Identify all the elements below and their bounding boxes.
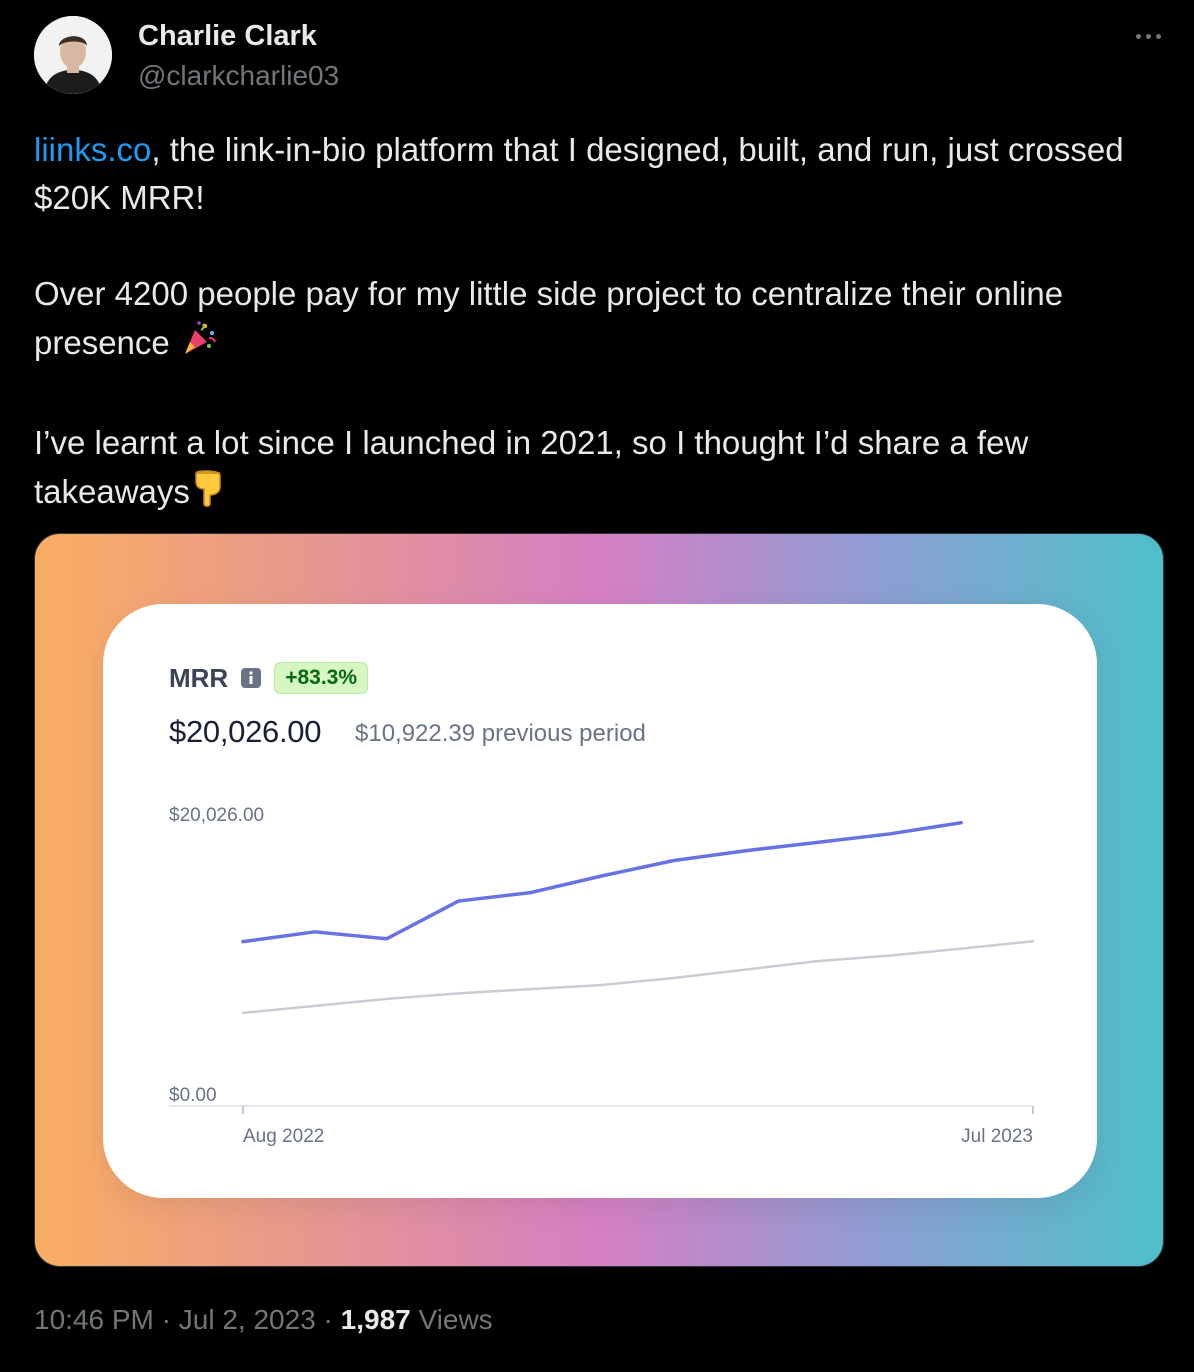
ellipsis-icon — [1145, 33, 1151, 39]
tweet-link[interactable]: liinks.co — [34, 131, 151, 168]
separator: · — [161, 1304, 171, 1335]
tweet-paragraph: I’ve learnt a lot since I launched in 20… — [34, 419, 1154, 520]
series-line-current — [241, 821, 963, 944]
pointing-down-hand-icon — [190, 467, 226, 520]
y-tick-label: $0.00 — [169, 1085, 217, 1106]
author-display-name[interactable]: Charlie Clark — [138, 20, 317, 53]
more-options-button[interactable] — [1124, 18, 1172, 54]
tweet-meta: 10:46 PM · Jul 2, 2023 · 1,987 Views — [34, 1304, 493, 1336]
views-count: 1,987 — [340, 1304, 411, 1335]
x-tick-label: Jul 2023 — [961, 1126, 1033, 1147]
ellipsis-icon — [1155, 33, 1161, 39]
tweet-paragraph-text: I’ve learnt a lot since I launched in 20… — [34, 424, 1029, 510]
separator: · — [323, 1304, 333, 1335]
x-tick-label: Aug 2022 — [243, 1126, 324, 1147]
series-line-previous — [241, 940, 1035, 1015]
views-label: Views — [418, 1304, 493, 1335]
mrr-line-chart: $20,026.00 $0.00 Aug 2022 Jul 2023 — [169, 805, 1035, 1147]
tweet-paragraph-text: , the link-in-bio platform that I design… — [34, 131, 1124, 216]
mrr-card: MRR +83.3% $20,026.00 $10,922.39 previou… — [103, 604, 1097, 1198]
tweet-paragraph: Over 4200 people pay for my little side … — [34, 270, 1154, 371]
tweet-time[interactable]: 10:46 PM — [34, 1304, 154, 1335]
tweet-text: liinks.co, the link-in-bio platform that… — [34, 126, 1154, 520]
tweet-date[interactable]: Jul 2, 2023 — [179, 1304, 316, 1335]
avatar[interactable] — [34, 16, 112, 94]
tweet-media-image[interactable]: MRR +83.3% $20,026.00 $10,922.39 previou… — [34, 533, 1164, 1267]
author-handle[interactable]: @clarkcharlie03 — [138, 60, 339, 92]
ellipsis-icon — [1135, 33, 1141, 39]
y-tick-label: $20,026.00 — [169, 805, 264, 826]
party-popper-icon — [179, 318, 219, 371]
tweet-paragraph: liinks.co, the link-in-bio platform that… — [34, 126, 1154, 222]
avatar-photo-icon — [34, 16, 112, 94]
tweet: Charlie Clark @clarkcharlie03 liinks.co,… — [0, 0, 1194, 1372]
